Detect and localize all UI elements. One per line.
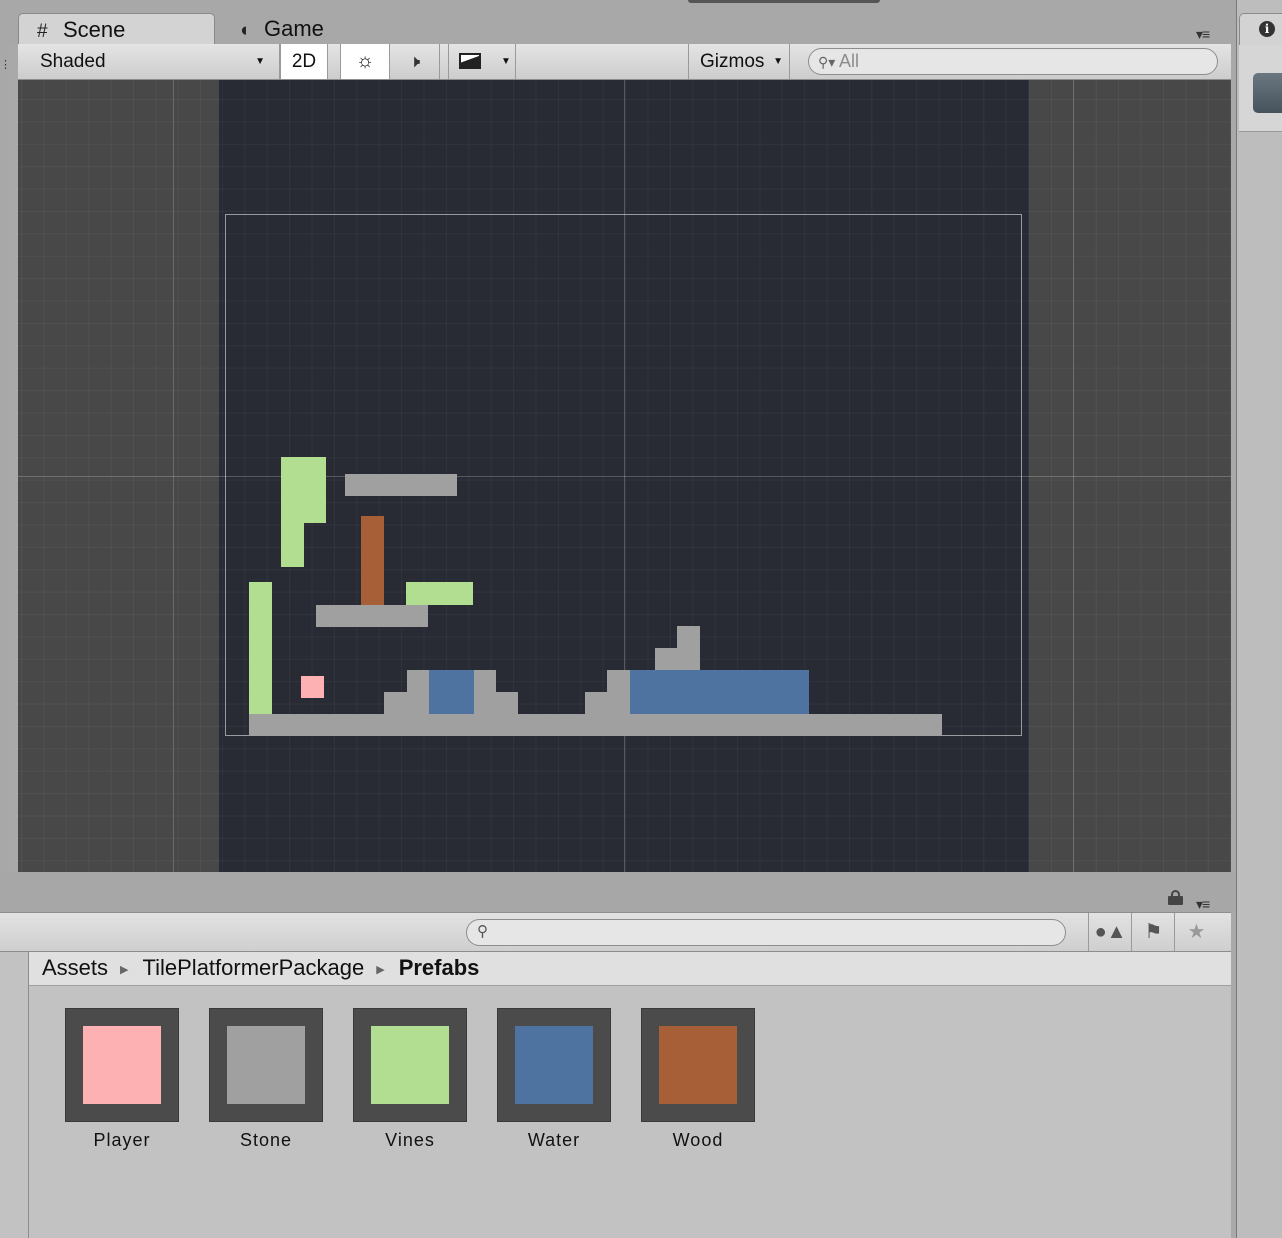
dropdown-arrow-icon: ▼ (773, 56, 783, 67)
vines-tile[interactable] (406, 582, 473, 605)
lock-icon[interactable] (1168, 890, 1183, 905)
drag-handle[interactable] (688, 0, 880, 3)
asset-label: Water (527, 1130, 581, 1150)
folder-icon (1253, 73, 1282, 113)
star-icon: ★ (1187, 921, 1206, 943)
breadcrumb-arrow-icon: ▶ (376, 964, 385, 976)
shading-mode-dropdown[interactable]: Shaded ▼ (18, 44, 280, 79)
project-folder-tree[interactable] (0, 952, 29, 1238)
shapes-icon: ●▲ (1094, 921, 1127, 943)
prefab-swatch (515, 1026, 593, 1104)
scene-toolbar: Shaded ▼ 2D ☼ 🕨 ▼ Gizmos ▼ ⚲▾ All (18, 44, 1231, 80)
water-tile[interactable] (630, 670, 809, 714)
pane-options-icon[interactable]: ▾≡ (1196, 26, 1210, 43)
breadcrumb: Assets ▶ TilePlatformerPackage ▶ Prefabs (29, 952, 1231, 986)
left-panel-edge: ≡ ⋮ (0, 0, 11, 872)
asset-label: Wood (672, 1130, 724, 1150)
tab-scene[interactable]: # Scene (18, 13, 215, 45)
vines-tile[interactable] (281, 523, 304, 567)
project-search-input[interactable]: ⚲ (466, 919, 1066, 946)
pane-options-icon[interactable]: ▾≡ (1196, 896, 1210, 913)
asset-label: Player (93, 1130, 151, 1150)
asset-thumbnail (209, 1008, 323, 1122)
asset-thumbnail (497, 1008, 611, 1122)
audio-toggle[interactable]: 🕨 (390, 44, 440, 79)
wood-tile[interactable] (361, 516, 384, 605)
asset-thumbnail (641, 1008, 755, 1122)
breadcrumb-assets[interactable]: Assets (42, 955, 108, 980)
prefab-swatch (83, 1026, 161, 1104)
tag-icon: ⚑ (1144, 921, 1163, 943)
stone-tile[interactable] (677, 626, 700, 648)
effects-dropdown[interactable]: ▼ (448, 44, 516, 79)
save-search-button[interactable]: ★ (1174, 913, 1218, 951)
stone-tile[interactable] (655, 648, 700, 670)
asset-item-stone[interactable]: Stone (208, 1008, 324, 1151)
project-toolbar: ⚲ ●▲ ⚑ ★ (0, 912, 1231, 952)
image-icon (459, 53, 481, 69)
sun-icon: ☼ (355, 50, 375, 72)
shading-mode-value: Shaded (40, 51, 106, 72)
lighting-toggle[interactable]: ☼ (340, 44, 390, 79)
asset-thumbnail (353, 1008, 467, 1122)
scene-search-placeholder: All (839, 51, 860, 71)
panel-marker: ⋮ (0, 59, 11, 71)
prefab-swatch (371, 1026, 449, 1104)
asset-item-wood[interactable]: Wood (640, 1008, 756, 1151)
search-icon: ⚲ (477, 923, 488, 940)
gizmos-label: Gizmos (700, 51, 765, 72)
water-tile[interactable] (429, 670, 474, 714)
prefab-swatch (227, 1026, 305, 1104)
project-panel-header (0, 872, 1236, 912)
vines-tile[interactable] (281, 457, 326, 523)
pacman-icon: ◖ (238, 20, 250, 41)
breadcrumb-tileplatformerpackage[interactable]: TilePlatformerPackage (143, 955, 365, 980)
tab-inspector[interactable]: i (1239, 13, 1282, 45)
asset-label: Stone (239, 1130, 293, 1150)
breadcrumb-arrow-icon: ▶ (120, 964, 129, 976)
inspector-body (1239, 45, 1282, 132)
dropdown-arrow-icon: ▼ (501, 56, 511, 67)
asset-grid: Player Stone Vines Water Wood (29, 986, 1231, 1238)
asset-item-water[interactable]: Water (496, 1008, 612, 1151)
prefab-swatch (659, 1026, 737, 1104)
breadcrumb-prefabs[interactable]: Prefabs (399, 955, 480, 980)
info-icon: i (1259, 21, 1275, 37)
search-by-label-button[interactable]: ⚑ (1131, 913, 1175, 951)
tab-game-label: Game (264, 16, 324, 41)
asset-item-player[interactable]: Player (64, 1008, 180, 1151)
asset-label: Vines (385, 1130, 435, 1150)
tab-scene-label: Scene (63, 17, 126, 42)
scene-viewport[interactable] (18, 80, 1231, 874)
gizmos-dropdown[interactable]: Gizmos ▼ (688, 44, 790, 79)
stone-tile[interactable] (607, 670, 630, 692)
asset-thumbnail (65, 1008, 179, 1122)
stone-tile[interactable] (345, 474, 457, 496)
stone-tile[interactable] (316, 605, 428, 627)
search-by-type-button[interactable]: ●▲ (1088, 913, 1132, 951)
2d-mode-toggle[interactable]: 2D (280, 44, 328, 79)
player-tile[interactable] (301, 676, 324, 698)
dropdown-arrow-icon: ▼ (255, 56, 265, 67)
speaker-icon: 🕨 (408, 51, 421, 71)
tab-game[interactable]: ◖ Game (232, 13, 402, 45)
inspector-panel-edge: i (1236, 0, 1282, 1238)
stone-tile[interactable] (249, 714, 942, 736)
scene-search-input[interactable]: ⚲▾ All (808, 48, 1218, 75)
scene-tab-bar: # Scene ◖ Game ▾≡ (0, 0, 1236, 45)
search-icon: ⚲▾ (818, 54, 836, 70)
stone-tile[interactable] (585, 692, 630, 714)
asset-item-vines[interactable]: Vines (352, 1008, 468, 1151)
vines-tile[interactable] (249, 582, 272, 716)
